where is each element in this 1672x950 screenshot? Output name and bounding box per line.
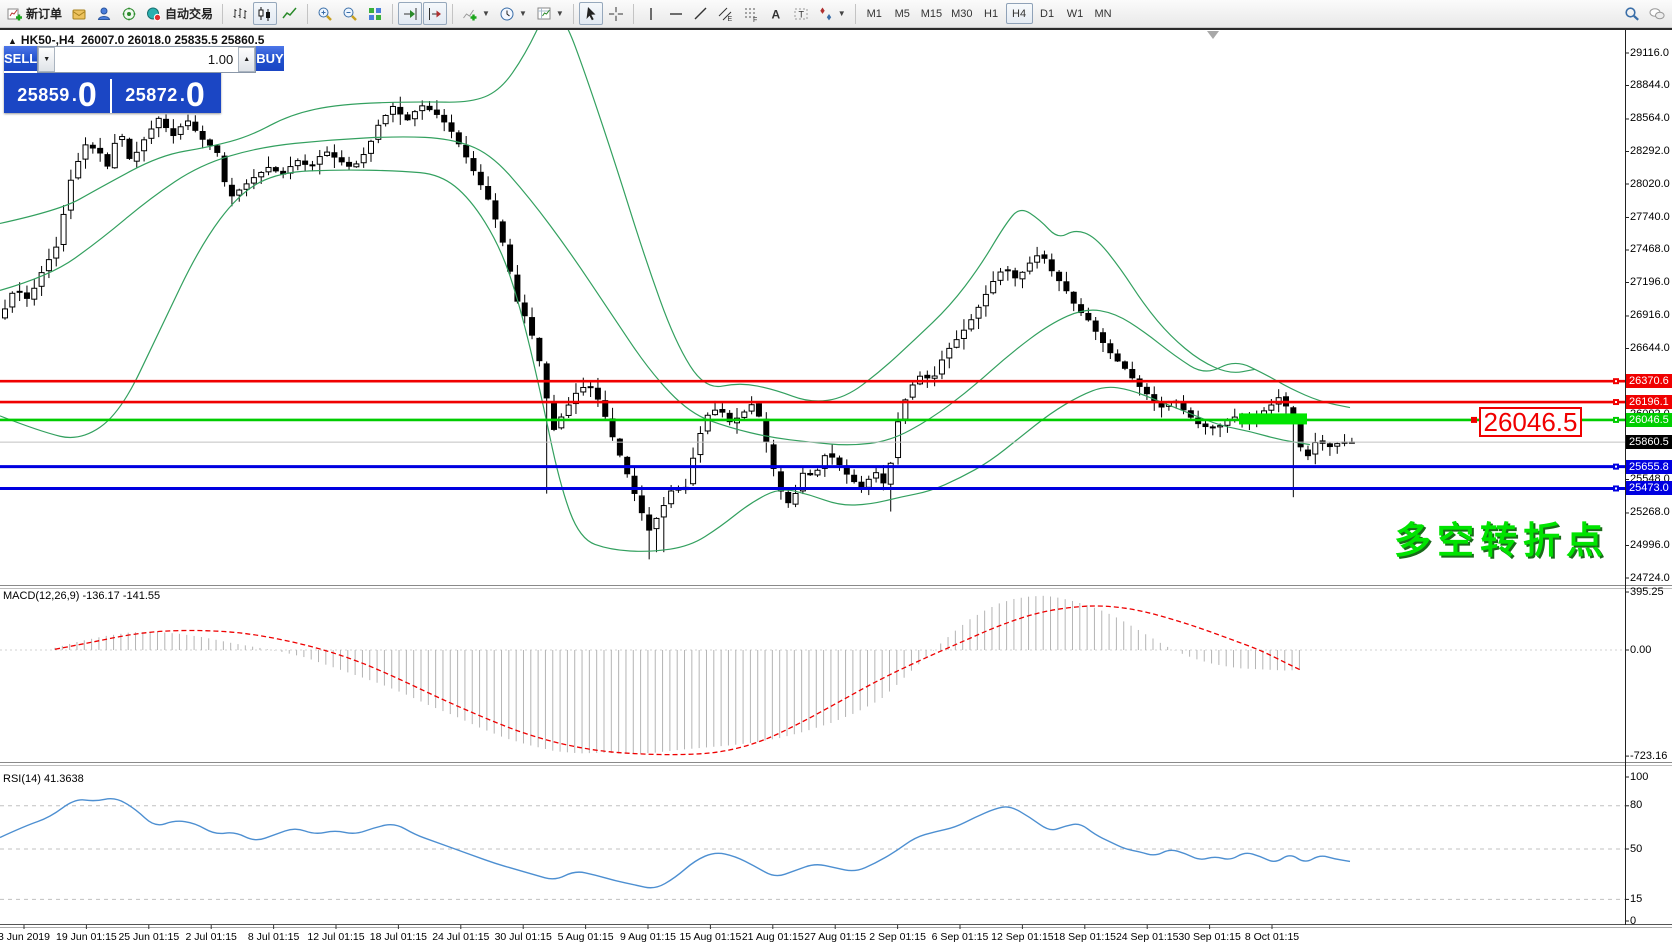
pane-frame: [0, 30, 1672, 929]
current-price-label: 25860.5: [1626, 435, 1672, 449]
sell-price-frac: 0: [78, 80, 97, 110]
sell-price-main: 25859: [17, 85, 70, 106]
rsi-tick: 50: [1630, 843, 1642, 855]
one-click-trading-panel: SELL ▼ ▲ BUY 25859.0 25872.0: [4, 46, 221, 113]
sell-price[interactable]: 25859.0: [4, 73, 110, 113]
price-tick: 27740.0: [1630, 211, 1670, 223]
price-tick: 28564.0: [1630, 112, 1670, 124]
price-tick: 29116.0: [1630, 47, 1669, 59]
sell-price-dot: .: [72, 85, 77, 106]
macd-signal-line: [55, 606, 1302, 755]
price-tick: 28020.0: [1630, 178, 1670, 190]
buy-price-main: 25872: [125, 85, 178, 106]
time-axis-label: 2 Sep 01:15: [869, 931, 926, 943]
volume-dropdown-arrow[interactable]: ▼: [38, 47, 55, 72]
time-axis-label: 8 Jul 01:15: [248, 931, 299, 943]
macd-tick: -723.16: [1630, 750, 1667, 762]
level-price-label: 26196.1: [1626, 395, 1672, 409]
price-tick: 25268.0: [1630, 506, 1670, 518]
price-tick: 24996.0: [1630, 539, 1670, 551]
time-axis-label: 25 Jun 01:15: [118, 931, 179, 943]
level-price-label: 26046.5: [1626, 413, 1672, 427]
chart-shift-marker-icon[interactable]: [1207, 31, 1219, 39]
time-axis-label: 3 Jun 2019: [0, 931, 50, 943]
time-axis-label: 8 Oct 01:15: [1245, 931, 1299, 943]
time-axis-label: 19 Jun 01:15: [56, 931, 117, 943]
time-axis-label: 30 Jul 01:15: [495, 931, 552, 943]
time-axis-label: 18 Sep 01:15: [1054, 931, 1116, 943]
macd-tick: 0.00: [1630, 644, 1651, 656]
level-price-label: 25655.8: [1626, 460, 1672, 474]
price-tick: 28292.0: [1630, 145, 1670, 157]
time-axis-label: 24 Jul 01:15: [432, 931, 489, 943]
time-axis-label: 2 Jul 01:15: [186, 931, 237, 943]
volume-up-arrow[interactable]: ▲: [238, 47, 255, 72]
time-axis-label: 30 Sep 01:15: [1178, 931, 1240, 943]
collapse-panel-icon[interactable]: ▲: [8, 36, 17, 46]
rsi-line: [0, 799, 1350, 888]
time-axis-label: 21 Aug 01:15: [742, 931, 804, 943]
turning-point-annotation[interactable]: 多空转折点: [1394, 510, 1609, 564]
rsi-indicator-header: RSI(14) 41.3638: [3, 773, 84, 785]
chart-title: ▲ HK50-,H4 26007.0 26018.0 25835.5 25860.…: [8, 33, 264, 47]
price-tick: 26916.0: [1630, 309, 1670, 321]
time-axis-label: 15 Aug 01:15: [679, 931, 741, 943]
time-axis-label: 6 Sep 01:15: [932, 931, 989, 943]
price-tick: 27468.0: [1630, 243, 1670, 255]
macd-tick: 395.25: [1630, 586, 1664, 598]
volume-spinner: ▼ ▲: [37, 46, 256, 73]
rsi-tick: 15: [1630, 893, 1642, 905]
time-axis-label: 9 Aug 01:15: [620, 931, 676, 943]
rsi-tick: 100: [1630, 771, 1648, 783]
rsi-pane[interactable]: [0, 799, 1625, 900]
price-tick: 24724.0: [1630, 572, 1670, 584]
time-axis-label: 27 Aug 01:15: [804, 931, 866, 943]
price-tick: 26644.0: [1630, 342, 1670, 354]
time-axis-label: 12 Sep 01:15: [991, 931, 1053, 943]
buy-button[interactable]: BUY: [256, 46, 283, 73]
time-axis-label: 12 Jul 01:15: [307, 931, 364, 943]
time-axis-label: 5 Aug 01:15: [558, 931, 614, 943]
highlight-zone[interactable]: [1239, 413, 1307, 424]
bb-middle-band: [0, 137, 1350, 445]
rsi-tick: 0: [1630, 915, 1636, 927]
time-axis-label: 24 Sep 01:15: [1116, 931, 1178, 943]
callout-anchor-handle: [1471, 417, 1477, 423]
buy-price-frac: 0: [186, 80, 205, 110]
volume-input[interactable]: [55, 47, 238, 72]
macd-indicator-header: MACD(12,26,9) -136.17 -141.55: [3, 590, 160, 602]
terminal-window: 新订单自动交易▼▼▼EFAT▼M1M5M15M30H1H4D1W1MN ▲HK5…: [0, 0, 1672, 950]
buy-price-dot: .: [180, 85, 185, 106]
chart-canvas[interactable]: [0, 0, 1672, 950]
bb-lower-band: [0, 170, 1310, 551]
time-axis-label: 18 Jul 01:15: [370, 931, 427, 943]
macd-pane[interactable]: [0, 596, 1625, 755]
level-price-callout[interactable]: 26046.5: [1479, 407, 1582, 437]
main-chart-pane[interactable]: [0, 12, 1625, 559]
sell-button[interactable]: SELL: [4, 46, 37, 73]
symbol-period: HK50-,H4: [21, 33, 74, 47]
level-price-label: 26370.6: [1626, 374, 1672, 388]
ohlc-values: 26007.0 26018.0 25835.5 25860.5: [81, 33, 265, 47]
level-price-label: 25473.0: [1626, 481, 1672, 495]
price-tick: 28844.0: [1630, 79, 1670, 91]
buy-price[interactable]: 25872.0: [112, 73, 218, 113]
rsi-tick: 80: [1630, 799, 1642, 811]
price-tick: 27196.0: [1630, 276, 1670, 288]
